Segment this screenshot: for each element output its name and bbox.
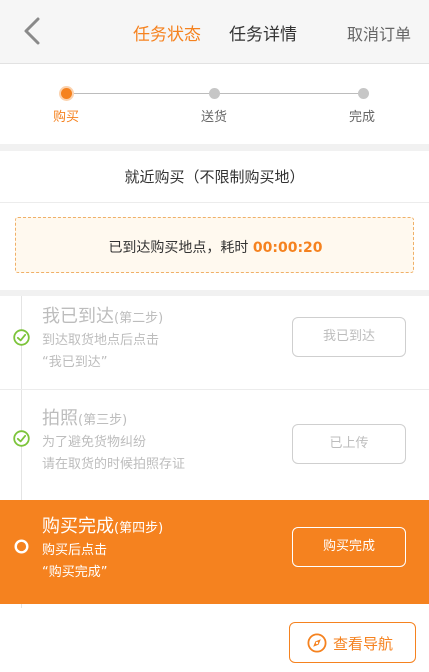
task-status-page: 任务状态 任务详情 取消订单 购买 送货 完成 就近购买（不限制购买地） 已到达… xyxy=(0,0,429,672)
progress-label-buy: 购买 xyxy=(53,110,80,125)
step-title-text: 拍照 xyxy=(42,408,78,429)
tab-task-status[interactable]: 任务状态 xyxy=(133,20,201,45)
progress-dot-buy xyxy=(61,88,72,99)
step-number: (第四步) xyxy=(114,521,164,536)
progress-dot-deliver xyxy=(209,88,220,99)
step-desc-line: 请在取货的时候拍照存证 xyxy=(42,457,186,472)
progress-line xyxy=(71,93,209,94)
tab-task-detail[interactable]: 任务详情 xyxy=(229,20,297,45)
step-title: 拍照(第三步) xyxy=(42,404,127,430)
footer: 查看导航 xyxy=(0,608,429,672)
step-desc-line: 为了避免货物纠纷 xyxy=(42,435,147,450)
navigation-label: 查看导航 xyxy=(333,635,394,653)
task-title: 就近购买（不限制购买地） xyxy=(124,168,305,186)
check-circle-icon xyxy=(13,329,30,346)
progress-dot-complete xyxy=(358,88,369,99)
step-title: 购买完成(第四步) xyxy=(42,512,163,538)
header: 任务状态 任务详情 取消订单 xyxy=(0,0,429,64)
back-button[interactable] xyxy=(18,16,48,46)
step-purchase-complete: 购买完成(第四步) 购买后点击 “购买完成” 购买完成 xyxy=(0,500,429,604)
view-navigation-button[interactable]: 查看导航 xyxy=(289,622,416,663)
task-info: 就近购买（不限制购买地） 已到达购买地点，耗时 00:00:20 xyxy=(0,151,429,290)
cancel-order-button[interactable]: 取消订单 xyxy=(347,21,411,45)
chevron-left-icon xyxy=(24,17,40,45)
uploaded-button[interactable]: 已上传 xyxy=(292,424,406,464)
progress-indicator: 购买 送货 完成 xyxy=(0,64,429,144)
step-photo: 拍照(第三步) 为了避免货物纠纷 请在取货的时候拍照存证 已上传 xyxy=(0,391,429,499)
step-description: 到达取货地点后点击 “我已到达” xyxy=(42,330,159,374)
check-circle-icon xyxy=(13,430,30,447)
step-description: 为了避免货物纠纷 请在取货的时候拍照存证 xyxy=(42,432,185,476)
arrival-label: 已到达购买地点，耗时 xyxy=(108,240,249,256)
arrival-text: 已到达购买地点，耗时 00:00:20 xyxy=(16,237,415,257)
step-desc-line: “我已到达” xyxy=(42,355,108,370)
step-title-text: 我已到达 xyxy=(42,306,114,327)
step-number: (第二步) xyxy=(114,311,164,326)
step-list: 我已到达(第二步) 到达取货地点后点击 “我已到达” 我已到达 拍照(第三步) … xyxy=(0,296,429,608)
step-description: 购买后点击 “购买完成” xyxy=(42,540,107,584)
compass-icon xyxy=(307,633,327,653)
arrival-notice: 已到达购买地点，耗时 00:00:20 xyxy=(15,217,414,273)
elapsed-time: 00:00:20 xyxy=(252,240,323,256)
progress-label-complete: 完成 xyxy=(349,110,376,125)
ring-icon xyxy=(14,539,29,554)
step-title-text: 购买完成 xyxy=(42,516,114,537)
arrived-button[interactable]: 我已到达 xyxy=(292,317,406,357)
step-arrived: 我已到达(第二步) 到达取货地点后点击 “我已到达” 我已到达 xyxy=(0,296,429,390)
step-desc-line: “购买完成” xyxy=(42,565,108,580)
step-desc-line: 到达取货地点后点击 xyxy=(42,333,160,348)
divider xyxy=(0,202,429,203)
progress-label-deliver: 送货 xyxy=(201,110,228,125)
step-title: 我已到达(第二步) xyxy=(42,302,163,328)
step-number: (第三步) xyxy=(78,413,128,428)
step-desc-line: 购买后点击 xyxy=(42,543,108,558)
progress-line xyxy=(220,93,358,94)
purchase-complete-button[interactable]: 购买完成 xyxy=(292,527,406,567)
